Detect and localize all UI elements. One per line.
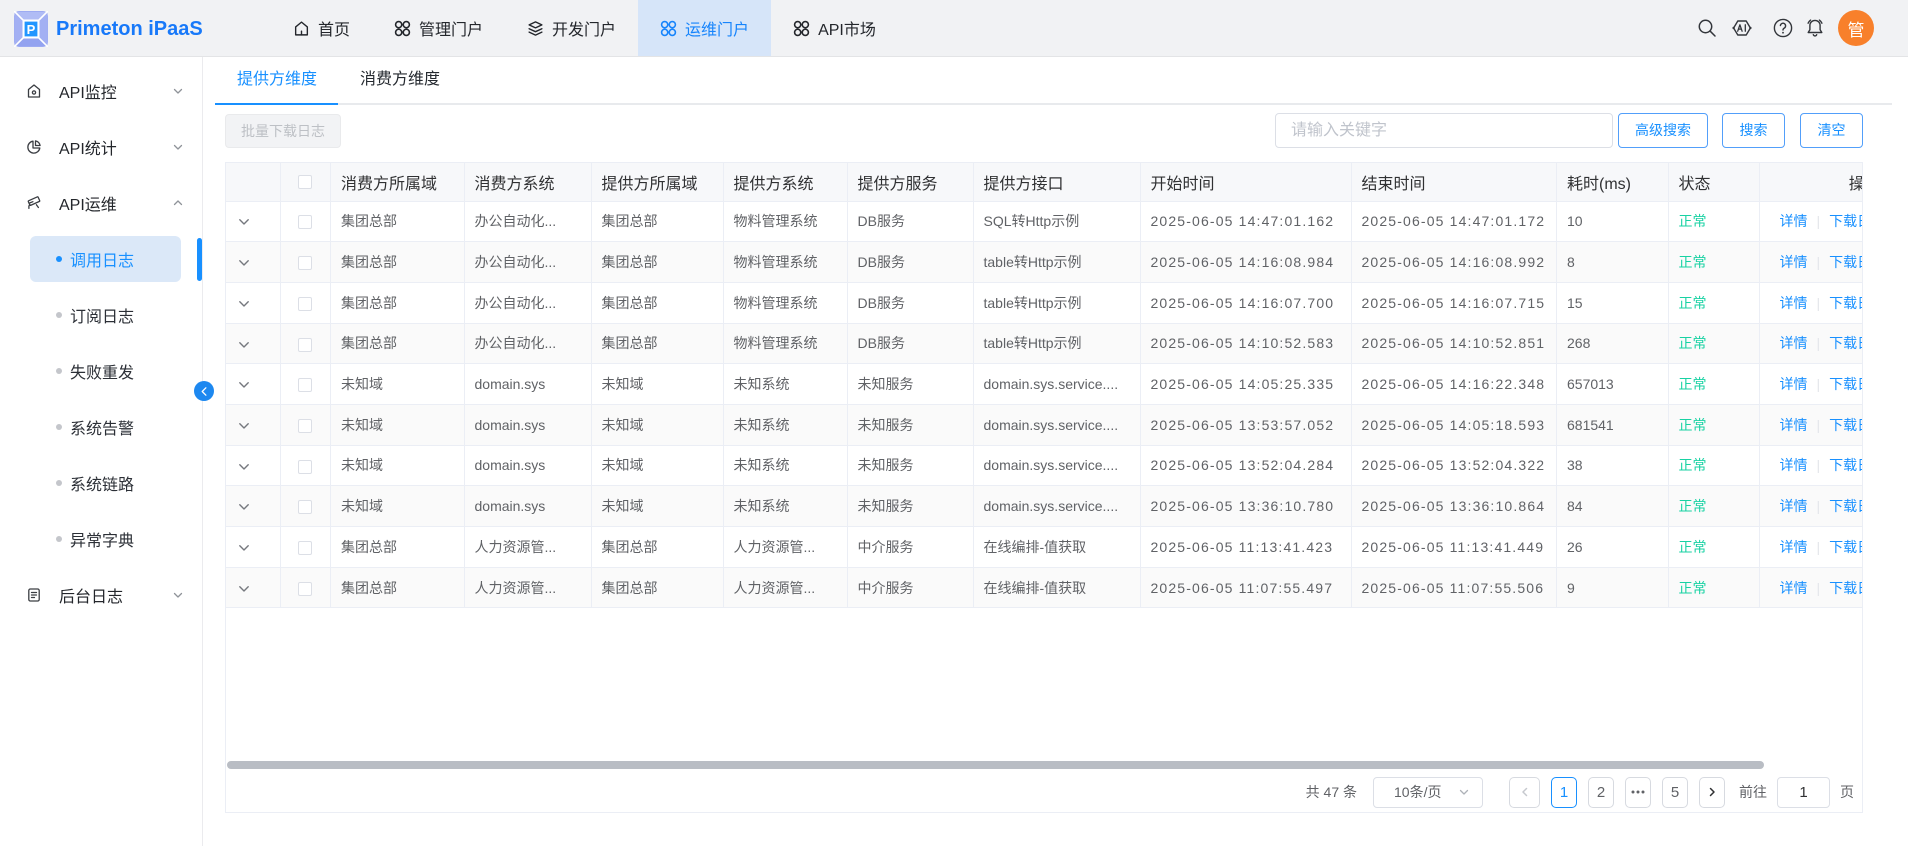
svg-text:P: P bbox=[27, 22, 36, 37]
